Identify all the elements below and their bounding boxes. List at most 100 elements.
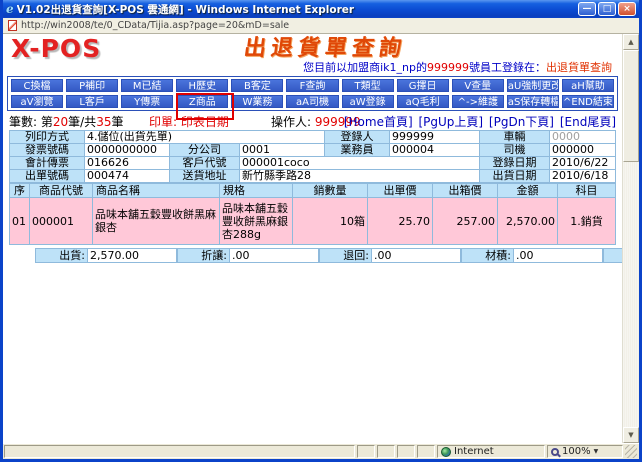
row-category: 1.銷貨: [558, 198, 616, 245]
col-header-qty: 銷數量: [293, 183, 368, 198]
login-prefix: 您目前以加盟商: [303, 61, 380, 74]
col-header-box-price: 出箱價: [433, 183, 498, 198]
address-url[interactable]: http://win2008/te/0_CData/Tijia.asp?page…: [21, 20, 289, 31]
toolbar-button-p-reprint[interactable]: P補印: [66, 79, 118, 92]
toolbar-button-b-custom[interactable]: B客定: [231, 79, 283, 92]
ship-total-field[interactable]: 2,570.00: [87, 248, 177, 263]
toolbar-button-w-sales[interactable]: W業務: [231, 95, 283, 108]
order-no-field[interactable]: 000474: [85, 170, 170, 183]
toolbar-button-aa-driver[interactable]: aA司機: [286, 95, 338, 108]
vehicle-field[interactable]: 0000: [550, 131, 616, 144]
reg-date-field[interactable]: 2010/6/22: [550, 157, 616, 170]
delivery-address-field[interactable]: 新竹縣季路28: [240, 170, 480, 183]
toolbar-button-as-save-export[interactable]: aS保存轉檔: [507, 95, 559, 108]
toolbar-button-maintain[interactable]: ^->維護: [452, 95, 504, 108]
toolbar-button-aq-profit[interactable]: aQ毛利: [397, 95, 449, 108]
return-field[interactable]: .00: [371, 248, 461, 263]
toolbar-button-end-exit[interactable]: ^END結束: [562, 95, 614, 108]
resize-grip[interactable]: [625, 445, 637, 458]
scrollbar-track[interactable]: [623, 162, 639, 427]
row-name: 品味本舖五穀豐收餅黑麻銀杏: [93, 198, 220, 245]
count-mid: 筆/共: [68, 115, 96, 129]
toolbar-button-t-type[interactable]: T類型: [342, 79, 394, 92]
scroll-up-icon[interactable]: ▲: [623, 34, 639, 50]
magnifier-icon: [551, 448, 559, 456]
print-mode-field[interactable]: 4.儲位(出貨先單): [85, 131, 325, 144]
vertical-scrollbar[interactable]: ▲ ▼: [622, 34, 639, 443]
voucher-field[interactable]: 016626: [85, 157, 170, 170]
reg-date-label: 登錄日期: [480, 157, 550, 170]
toolbar-button-z-product[interactable]: Z商品: [176, 95, 228, 108]
ship-date-label: 出貨日期: [480, 170, 550, 183]
title-bar: e V1.02出退貨查詢[X-POS 雲通網] - Windows Intern…: [3, 0, 639, 18]
voucher-label: 會計傳票: [10, 157, 85, 170]
discount-field[interactable]: .00: [229, 248, 319, 263]
return-group: 退回: .00: [319, 248, 461, 263]
record-count: 筆數: 第20筆/共35筆: [9, 113, 123, 130]
page-content: X-POS 出退貨單查詢 您目前以加盟商ik1_np的999999號員工登錄在：…: [3, 34, 622, 443]
zoom-dropdown-icon[interactable]: ▼: [594, 448, 599, 455]
toolbar-frame: C換檔 P補印 M已結 H歷史 B客定 F查詢 T類型 G擇日 V查量 aU強制…: [7, 76, 618, 111]
nav-pgdn-next[interactable]: [PgDn下頁]: [489, 115, 554, 129]
record-status-line: 筆數: 第20筆/共35筆 印單: 印表日期 操作人: 999999 [Home…: [9, 113, 616, 128]
driver-label: 司機: [480, 144, 550, 157]
col-header-unit-price: 出單價: [368, 183, 433, 198]
driver-field[interactable]: 000000: [550, 144, 616, 157]
print-mode-label: 列印方式: [10, 131, 85, 144]
salesman-field[interactable]: 000004: [390, 144, 480, 157]
toolbar-button-m-closed[interactable]: M已結: [121, 79, 173, 92]
customer-code-field[interactable]: 000001coco: [240, 157, 480, 170]
row-qty: 10箱: [293, 198, 368, 245]
login-merchant: ik1_np: [380, 61, 416, 74]
status-panel-4: [417, 445, 435, 458]
status-panel-1: [357, 445, 375, 458]
salesman-label: 業務員: [325, 144, 390, 157]
login-user-field[interactable]: 999999: [390, 131, 480, 144]
pagination-links: [Home首頁] [PgUp上頁] [PgDn下頁] [End尾頁]: [342, 113, 616, 130]
toolbar-button-g-date[interactable]: G擇日: [397, 79, 449, 92]
invoice-field[interactable]: 0000000000: [85, 144, 170, 157]
nav-end-last[interactable]: [End尾頁]: [560, 115, 616, 129]
ship-date-field[interactable]: 2010/6/18: [550, 170, 616, 183]
col-header-spec: 規格: [220, 183, 293, 198]
toolbar-button-v-quantity[interactable]: V查量: [452, 79, 504, 92]
minimize-button[interactable]: —: [578, 2, 596, 16]
status-panel-2: [377, 445, 395, 458]
toolbar-button-h-history[interactable]: H歷史: [176, 79, 228, 92]
print-info: 印單: 印表日期: [149, 113, 229, 130]
count-suffix: 筆: [111, 115, 123, 129]
zone-label: Internet: [454, 446, 494, 457]
scroll-down-icon[interactable]: ▼: [623, 427, 639, 443]
volume-label: 材積:: [461, 248, 513, 263]
nav-pgup-prev[interactable]: [PgUp上頁]: [418, 115, 483, 129]
volume-field[interactable]: .00: [513, 248, 603, 263]
discount-group: 折讓: .00: [177, 248, 319, 263]
toolbar-button-au-force-edit[interactable]: aU強制更改: [507, 79, 559, 92]
page-icon: [8, 20, 17, 31]
totals-row: 出貨: 2,570.00 折讓: .00 退回: .00 材積: .00 重量:: [9, 248, 616, 263]
zoom-control[interactable]: 100% ▼: [547, 445, 623, 458]
status-panel-3: [397, 445, 415, 458]
count-total: 35: [96, 115, 111, 129]
security-zone-panel: Internet: [437, 445, 545, 458]
scrollbar-thumb[interactable]: [623, 50, 639, 162]
window-title: V1.02出退貨查詢[X-POS 雲通網] - Windows Internet…: [17, 2, 575, 17]
ship-total-label: 出貨:: [35, 248, 87, 263]
maximize-button[interactable]: □: [598, 2, 616, 16]
branch-label: 分公司: [170, 144, 240, 157]
close-button[interactable]: ×: [618, 2, 636, 16]
toolbar-button-av-browse[interactable]: aV瀏覽: [11, 95, 63, 108]
toolbar-button-c-switch[interactable]: C換檔: [11, 79, 63, 92]
toolbar-button-f-query[interactable]: F查詢: [286, 79, 338, 92]
col-header-category: 科目: [558, 183, 616, 198]
status-bar: Internet 100% ▼: [3, 443, 639, 459]
window-controls: — □ ×: [578, 2, 636, 16]
toolbar-button-l-customer[interactable]: L客戶: [66, 95, 118, 108]
customer-code-label: 客戶代號: [170, 157, 240, 170]
discount-label: 折讓:: [177, 248, 229, 263]
nav-home-first[interactable]: [Home首頁]: [344, 115, 413, 129]
branch-field[interactable]: 0001: [240, 144, 325, 157]
toolbar-button-aw-login[interactable]: aW登錄: [342, 95, 394, 108]
toolbar-button-y-voucher[interactable]: Y傳票: [121, 95, 173, 108]
toolbar-button-ah-help[interactable]: aH幫助: [562, 79, 614, 92]
